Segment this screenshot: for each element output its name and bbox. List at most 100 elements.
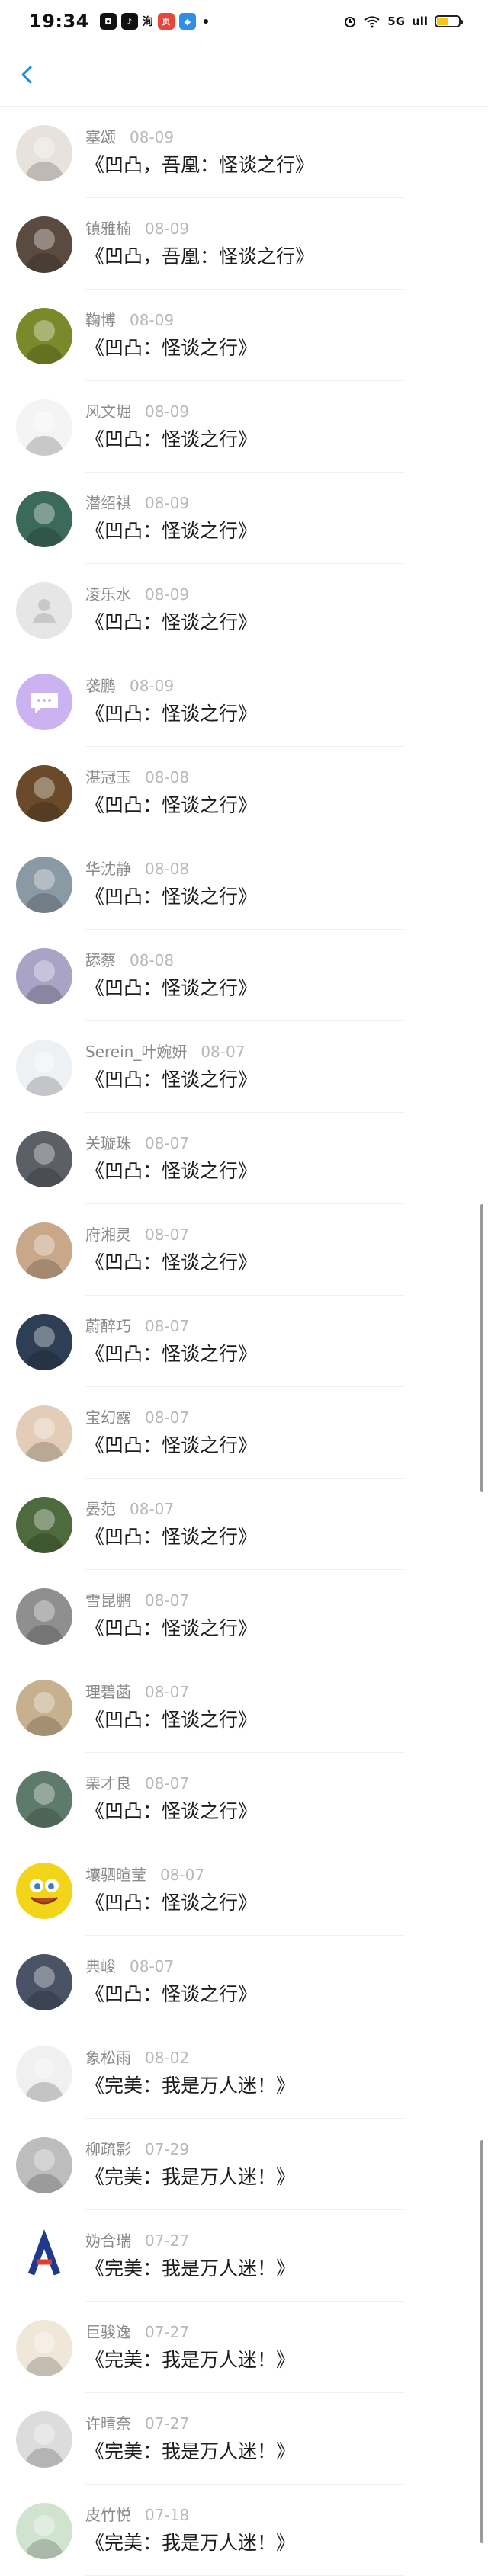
user-name[interactable]: 许晴奈 [85, 2414, 131, 2433]
list-item[interactable]: 湛冠玉 08-08 《凹凸：怪谈之行》 [0, 747, 488, 838]
book-title[interactable]: 《凹凸：怪谈之行》 [85, 703, 257, 726]
user-name[interactable]: 潜绍祺 [85, 494, 131, 512]
list-item[interactable]: Serein_叶婉妍 08-07 《凹凸：怪谈之行》 [0, 1021, 488, 1113]
avatar-image-icon[interactable] [16, 1588, 72, 1645]
list-item[interactable]: 晏范 08-07 《凹凸：怪谈之行》 [0, 1479, 488, 1570]
avatar-image-icon[interactable] [16, 1771, 72, 1828]
book-title[interactable]: 《凹凸：怪谈之行》 [85, 794, 257, 817]
list-item[interactable]: 风文堀 08-09 《凹凸：怪谈之行》 [0, 381, 488, 473]
avatar-image-icon[interactable] [16, 1314, 72, 1370]
book-title[interactable]: 《凹凸：怪谈之行》 [85, 337, 257, 360]
user-name[interactable]: 皮竹悦 [85, 2506, 131, 2524]
book-title[interactable]: 《凹凸：怪谈之行》 [85, 1800, 257, 1823]
letter-a-avatar-icon[interactable] [16, 2228, 72, 2285]
scrollbar[interactable] [479, 107, 485, 2543]
book-title[interactable]: 《完美：我是万人迷！》 [85, 2166, 295, 2189]
book-title[interactable]: 《凹凸：怪谈之行》 [85, 1617, 257, 1640]
user-name[interactable]: 风文堀 [85, 402, 131, 421]
user-name[interactable]: 壤驷暄莹 [85, 1866, 146, 1884]
list-item[interactable]: 妫合瑞 07-27 《完美：我是万人迷！》 [0, 2210, 488, 2302]
user-name[interactable]: 柳疏影 [85, 2140, 131, 2158]
list-item[interactable]: 关璇珠 08-07 《凹凸：怪谈之行》 [0, 1113, 488, 1204]
user-name[interactable]: 象松雨 [85, 2049, 131, 2067]
avatar-image-icon[interactable] [16, 2411, 72, 2468]
book-title[interactable]: 《凹凸：怪谈之行》 [85, 1709, 257, 1732]
list-item[interactable]: 镇雅楠 08-09 《凹凸，吾凰：怪谈之行》 [0, 198, 488, 290]
scrollbar-thumb[interactable] [480, 2140, 483, 2543]
user-name[interactable]: 凌乐水 [85, 585, 131, 604]
list-item[interactable]: 典峻 08-07 《凹凸：怪谈之行》 [0, 1936, 488, 2027]
book-title[interactable]: 《凹凸，吾凰：怪谈之行》 [85, 154, 314, 177]
book-title[interactable]: 《凹凸：怪谈之行》 [85, 1343, 257, 1366]
avatar-image-icon[interactable] [16, 125, 72, 181]
avatar-image-icon[interactable] [16, 216, 72, 273]
book-title[interactable]: 《凹凸：怪谈之行》 [85, 1983, 257, 2006]
list-item[interactable]: 华沈静 08-08 《凹凸：怪谈之行》 [0, 838, 488, 930]
user-name[interactable]: Serein_叶婉妍 [85, 1043, 187, 1061]
user-name[interactable]: 塞颂 [85, 128, 116, 146]
list-item[interactable]: 壤驷暄莹 08-07 《凹凸：怪谈之行》 [0, 1844, 488, 1936]
user-name[interactable]: 宝幻露 [85, 1408, 131, 1427]
list-item[interactable]: 雪昆鹏 08-07 《凹凸：怪谈之行》 [0, 1570, 488, 1661]
list-item[interactable]: 塞颂 08-09 《凹凸，吾凰：怪谈之行》 [0, 107, 488, 198]
list-item[interactable]: 蔚醉巧 08-07 《凹凸：怪谈之行》 [0, 1296, 488, 1387]
list-item[interactable]: 巨骏逸 07-27 《完美：我是万人迷！》 [0, 2302, 488, 2393]
avatar-image-icon[interactable] [16, 948, 72, 1004]
list-item[interactable]: 象松雨 08-02 《完美：我是万人迷！》 [0, 2027, 488, 2119]
user-name[interactable]: 府湘灵 [85, 1226, 131, 1244]
avatar-image-icon[interactable] [16, 857, 72, 913]
user-name[interactable]: 舔蔡 [85, 951, 116, 969]
book-title[interactable]: 《完美：我是万人迷！》 [85, 2075, 295, 2097]
avatar-image-icon[interactable] [16, 1680, 72, 1736]
book-title[interactable]: 《凹凸：怪谈之行》 [85, 520, 257, 543]
book-title[interactable]: 《凹凸：怪谈之行》 [85, 1069, 257, 1091]
chevron-left-icon[interactable] [14, 61, 41, 88]
book-title[interactable]: 《凹凸：怪谈之行》 [85, 1251, 257, 1274]
avatar-image-icon[interactable] [16, 491, 72, 547]
avatar-image-icon[interactable] [16, 765, 72, 822]
list-item[interactable]: 皮竹悦 07-18 《完美：我是万人迷！》 [0, 2485, 488, 2576]
user-name[interactable]: 晏范 [85, 1500, 116, 1518]
user-name[interactable]: 栗才良 [85, 1774, 131, 1793]
list-item[interactable]: 凌乐水 08-09 《凹凸：怪谈之行》 [0, 564, 488, 655]
user-name[interactable]: 关璇珠 [85, 1134, 131, 1152]
book-title[interactable]: 《完美：我是万人迷！》 [85, 2257, 295, 2280]
book-title[interactable]: 《凹凸：怪谈之行》 [85, 428, 257, 451]
avatar-image-icon[interactable] [16, 2046, 72, 2102]
user-name[interactable]: 雪昆鹏 [85, 1591, 131, 1610]
user-name[interactable]: 妫合瑞 [85, 2232, 131, 2250]
book-title[interactable]: 《凹凸：怪谈之行》 [85, 977, 257, 1000]
book-title[interactable]: 《凹凸：怪谈之行》 [85, 1434, 257, 1457]
user-name[interactable]: 典峻 [85, 1957, 116, 1975]
chat-bubble-avatar-icon[interactable] [16, 674, 72, 730]
avatar-image-icon[interactable] [16, 1497, 72, 1553]
list-item[interactable]: 理碧菡 08-07 《凹凸：怪谈之行》 [0, 1661, 488, 1753]
list-item[interactable]: 宝幻露 08-07 《凹凸：怪谈之行》 [0, 1387, 488, 1479]
avatar-image-icon[interactable] [16, 1954, 72, 2010]
avatar-image-icon[interactable] [16, 399, 72, 456]
sponge-avatar-icon[interactable] [16, 1863, 72, 1919]
list-item[interactable]: 鞠博 08-09 《凹凸：怪谈之行》 [0, 290, 488, 381]
avatar-image-icon[interactable] [16, 1040, 72, 1096]
book-title[interactable]: 《凹凸：怪谈之行》 [85, 1160, 257, 1183]
user-name[interactable]: 湛冠玉 [85, 768, 131, 787]
list-item[interactable]: 柳疏影 07-29 《完美：我是万人迷！》 [0, 2119, 488, 2210]
list-item[interactable]: 袭鹏 08-09 《凹凸：怪谈之行》 [0, 655, 488, 747]
user-name[interactable]: 袭鹏 [85, 677, 116, 695]
list-item[interactable]: 潜绍祺 08-09 《凹凸：怪谈之行》 [0, 473, 488, 564]
avatar-image-icon[interactable] [16, 2503, 72, 2559]
user-name[interactable]: 巨骏逸 [85, 2323, 131, 2341]
default-avatar-icon[interactable] [16, 582, 72, 639]
avatar-image-icon[interactable] [16, 2137, 72, 2193]
user-name[interactable]: 鞠博 [85, 311, 116, 329]
book-title[interactable]: 《凹凸，吾凰：怪谈之行》 [85, 245, 314, 268]
book-title[interactable]: 《凹凸：怪谈之行》 [85, 886, 257, 908]
list-item[interactable]: 栗才良 08-07 《凹凸：怪谈之行》 [0, 1753, 488, 1844]
scrollbar-thumb[interactable] [480, 1204, 483, 1492]
user-name[interactable]: 理碧菡 [85, 1683, 131, 1701]
book-title[interactable]: 《完美：我是万人迷！》 [85, 2532, 295, 2555]
book-title[interactable]: 《凹凸：怪谈之行》 [85, 1526, 257, 1549]
list-item[interactable]: 舔蔡 08-08 《凹凸：怪谈之行》 [0, 930, 488, 1021]
book-title[interactable]: 《完美：我是万人迷！》 [85, 2440, 295, 2463]
user-name[interactable]: 镇雅楠 [85, 219, 131, 238]
